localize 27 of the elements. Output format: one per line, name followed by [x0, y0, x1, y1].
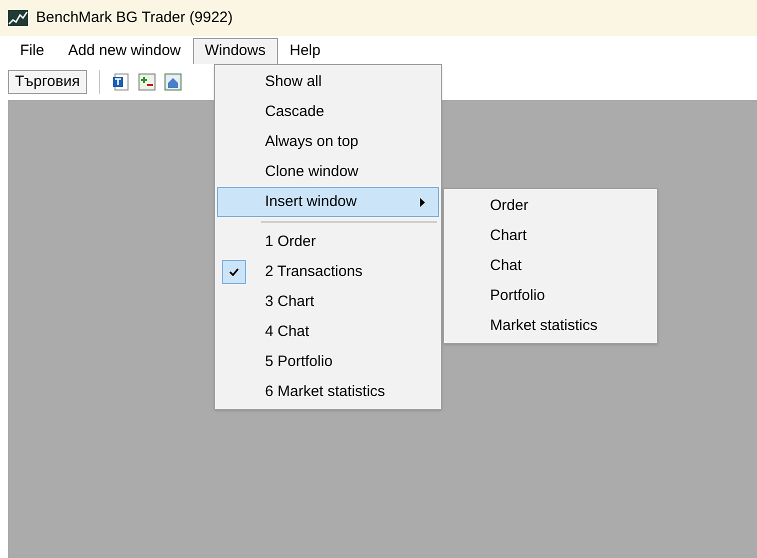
document-t-icon[interactable] [112, 73, 130, 91]
toolbar-tab[interactable]: Търговия [8, 70, 87, 94]
menu-option[interactable]: 4 Chat [217, 317, 439, 347]
home-window-icon[interactable] [164, 73, 182, 91]
menu-option[interactable]: Order [444, 191, 657, 221]
menu-item[interactable]: Add new window [56, 38, 193, 64]
menu-item[interactable]: Help [278, 38, 332, 64]
menu-item[interactable]: Windows [192, 38, 278, 64]
menu-option[interactable]: Portfolio [444, 281, 657, 311]
menu-option[interactable]: Always on top [217, 127, 439, 157]
menu-option[interactable]: Market statistics [444, 311, 657, 341]
menu-option[interactable]: Cascade [217, 97, 439, 127]
plus-minus-icon[interactable] [138, 73, 156, 91]
menu-option[interactable]: 2 Transactions [217, 257, 439, 287]
menu-option[interactable]: Chat [444, 251, 657, 281]
menu-option[interactable]: Chart [444, 221, 657, 251]
submenu-arrow-icon [420, 198, 425, 206]
menu-option[interactable]: 6 Market statistics [217, 377, 439, 407]
window-title: BenchMark BG Trader (9922) [36, 8, 233, 28]
menu-option[interactable]: Insert window [217, 187, 439, 217]
menu-option[interactable]: 3 Chart [217, 287, 439, 317]
menu-option[interactable]: 1 Order [217, 227, 439, 257]
chart-logo-icon [8, 10, 28, 26]
menu-option[interactable]: 5 Portfolio [217, 347, 439, 377]
menu-option[interactable]: Show all [217, 67, 439, 97]
menu-item[interactable]: File [8, 38, 56, 64]
menu-option[interactable]: Clone window [217, 157, 439, 187]
